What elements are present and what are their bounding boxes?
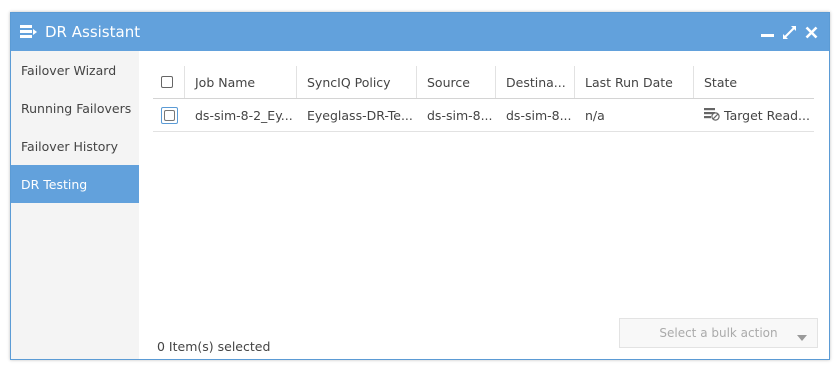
close-icon[interactable] <box>803 24 819 40</box>
dr-assistant-window: DR Assistant Failover Wizard Running Fai… <box>10 12 830 360</box>
column-header-source[interactable]: Source <box>417 66 496 98</box>
cell-last-run-date: n/a <box>585 107 605 123</box>
cell-job-name: ds-sim-8-2_Ey... <box>195 107 293 123</box>
window-controls <box>759 24 819 40</box>
sidebar-item-running-failovers[interactable]: Running Failovers <box>11 89 139 127</box>
window-titlebar[interactable]: DR Assistant <box>11 13 829 51</box>
column-header-synciq-policy[interactable]: SyncIQ Policy <box>297 66 417 98</box>
column-header-job-name[interactable]: Job Name <box>185 66 297 98</box>
sidebar-item-failover-history[interactable]: Failover History <box>11 127 139 165</box>
dr-assistant-app-icon <box>20 24 38 40</box>
sidebar-item-label: Failover Wizard <box>21 62 117 78</box>
column-header-state[interactable]: State <box>694 66 814 98</box>
table-header-row: Job Name SyncIQ Policy Source Destina...… <box>153 66 814 99</box>
sidebar-item-label: DR Testing <box>21 176 88 192</box>
bulk-action-placeholder: Select a bulk action <box>659 326 778 340</box>
dr-testing-table: Job Name SyncIQ Policy Source Destina...… <box>153 66 814 132</box>
column-header-label: Job Name <box>195 74 256 90</box>
minimize-icon[interactable] <box>759 24 775 40</box>
target-ready-icon <box>704 107 720 124</box>
state-indicator: Target Read... <box>704 107 810 124</box>
cell-destination: ds-sim-8... <box>506 107 572 123</box>
cell-state: Target Read... <box>694 99 814 131</box>
state-label: Target Read... <box>724 107 810 123</box>
maximize-icon[interactable] <box>781 24 797 40</box>
main-panel: Job Name SyncIQ Policy Source Destina...… <box>139 51 829 359</box>
column-header-label: State <box>704 74 738 90</box>
column-header-label: Source <box>427 74 470 90</box>
selection-count: 0 Item(s) selected <box>157 339 271 354</box>
column-header-label: SyncIQ Policy <box>307 74 391 90</box>
window-title: DR Assistant <box>45 23 141 41</box>
column-header-destination[interactable]: Destina... <box>496 66 575 98</box>
cell-synciq-policy: Eyeglass-DR-Te... <box>307 107 413 123</box>
row-select-checkbox[interactable] <box>161 106 178 124</box>
column-header-last-run-date[interactable]: Last Run Date <box>575 66 694 98</box>
chevron-down-icon <box>797 330 807 344</box>
header-checkbox-cell <box>153 66 185 98</box>
sidebar-item-dr-testing[interactable]: DR Testing <box>11 165 139 203</box>
sidebar-item-label: Running Failovers <box>21 100 132 116</box>
sidebar-item-failover-wizard[interactable]: Failover Wizard <box>11 51 139 89</box>
bulk-action-select[interactable]: Select a bulk action <box>619 318 818 348</box>
column-header-label: Last Run Date <box>585 74 673 90</box>
sidebar-item-label: Failover History <box>21 138 118 154</box>
column-header-label: Destina... <box>506 74 566 90</box>
cell-source: ds-sim-8... <box>427 107 493 123</box>
select-all-checkbox[interactable] <box>161 76 173 88</box>
sidebar-nav: Failover Wizard Running Failovers Failov… <box>11 51 139 359</box>
row-checkbox-cell <box>153 99 185 131</box>
table-row[interactable]: ds-sim-8-2_Ey... Eyeglass-DR-Te... ds-si… <box>153 99 814 132</box>
